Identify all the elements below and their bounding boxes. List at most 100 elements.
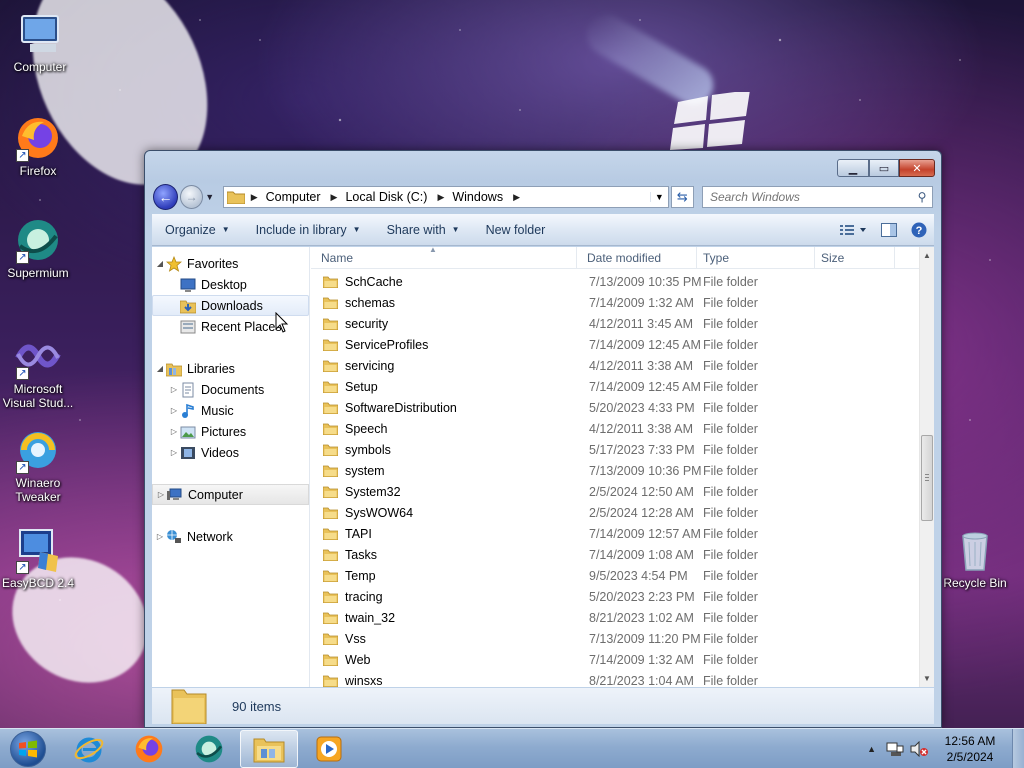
recent-pages-dropdown[interactable]: ▼ xyxy=(205,192,217,202)
collapsed-arrow-icon[interactable]: ▷ xyxy=(168,427,180,436)
nav-music[interactable]: ▷ Music xyxy=(152,400,309,421)
desktop-icon-winaero[interactable]: ↗ Winaero Tweaker xyxy=(0,426,76,504)
breadcrumb-local-disk[interactable]: Local Disk (C:) xyxy=(345,190,427,204)
vertical-scrollbar[interactable]: ▲ ▼ xyxy=(919,247,934,687)
column-header-size[interactable]: Size xyxy=(815,247,895,268)
file-date: 8/21/2023 1:04 AM xyxy=(589,673,694,688)
collapsed-arrow-icon[interactable]: ▷ xyxy=(168,385,180,394)
breadcrumb-windows[interactable]: Windows xyxy=(452,190,503,204)
search-icon[interactable]: ⚲ xyxy=(912,190,932,204)
organize-button[interactable]: Organize ▼ xyxy=(152,223,243,237)
collapsed-arrow-icon[interactable]: ▷ xyxy=(168,406,180,415)
table-row[interactable]: SchCache 7/13/2009 10:35 PM File folder xyxy=(311,271,919,292)
volume-muted-icon[interactable] xyxy=(910,740,928,757)
desktop-icon-computer[interactable]: Computer xyxy=(2,10,78,74)
desktop-icon-recycle-bin[interactable]: Recycle Bin xyxy=(937,526,1013,590)
internet-explorer-icon xyxy=(74,737,104,762)
nav-computer[interactable]: ▷ Computer xyxy=(152,484,309,505)
show-hidden-icons-button[interactable]: ▲ xyxy=(867,744,876,754)
nav-videos[interactable]: ▷ Videos xyxy=(152,442,309,463)
maximize-button[interactable]: ▭ xyxy=(869,159,899,177)
taskbar-supermium[interactable] xyxy=(180,730,238,768)
table-row[interactable]: Temp 9/5/2023 4:54 PM File folder xyxy=(311,565,919,586)
explorer-window[interactable]: ▁ ▭ ✕ ← → ▼ ▶ Computer ▶ Local Disk (C:)… xyxy=(144,150,942,728)
table-row[interactable]: SoftwareDistribution 5/20/2023 4:33 PM Fil… xyxy=(311,397,919,418)
table-row[interactable]: TAPI 7/14/2009 12:57 AM File folder xyxy=(311,523,919,544)
collapsed-arrow-icon[interactable]: ▷ xyxy=(168,448,180,457)
file-name: servicing xyxy=(345,358,395,373)
clock[interactable]: 12:56 AM 2/5/2024 xyxy=(934,733,1006,765)
table-row[interactable]: tracing 5/20/2023 2:23 PM File folder xyxy=(311,586,919,607)
desktop-icon-easybcd[interactable]: ↗ EasyBCD 2.4 xyxy=(0,526,76,590)
scroll-down-arrow-icon[interactable]: ▼ xyxy=(920,670,934,687)
search-box: ⚲ xyxy=(701,186,933,208)
expanded-arrow-icon[interactable]: ◢ xyxy=(154,259,166,268)
file-name: Tasks xyxy=(345,547,377,562)
desktop-icon-firefox[interactable]: ↗ Firefox xyxy=(0,114,76,178)
address-history-dropdown[interactable]: ▼ xyxy=(649,192,668,202)
network-status-icon[interactable] xyxy=(886,741,904,757)
table-row[interactable]: system 7/13/2009 10:36 PM File folder xyxy=(311,460,919,481)
back-button[interactable]: ← xyxy=(153,184,179,210)
change-view-button[interactable] xyxy=(834,219,874,241)
taskbar-media-player[interactable] xyxy=(300,730,358,768)
chevron-down-icon: ▼ xyxy=(221,225,230,234)
collapsed-arrow-icon[interactable]: ▷ xyxy=(154,532,166,541)
start-button[interactable] xyxy=(0,729,56,768)
new-folder-button[interactable]: New folder xyxy=(473,223,559,237)
nav-documents[interactable]: ▷ Documents xyxy=(152,379,309,400)
table-row[interactable]: Speech 4/12/2011 3:38 AM File folder xyxy=(311,418,919,439)
scroll-up-arrow-icon[interactable]: ▲ xyxy=(920,247,934,264)
table-row[interactable]: ServiceProfiles 7/14/2009 12:45 AM File fo… xyxy=(311,334,919,355)
table-row[interactable]: security 4/12/2011 3:45 AM File folder xyxy=(311,313,919,334)
breadcrumb-arrow-icon[interactable]: ▶ xyxy=(331,192,338,203)
table-row[interactable]: SysWOW64 2/5/2024 12:28 AM File folder xyxy=(311,502,919,523)
close-button[interactable]: ✕ xyxy=(899,159,935,177)
breadcrumb-computer[interactable]: Computer xyxy=(266,190,321,204)
table-row[interactable]: Vss 7/13/2009 11:20 PM File folder xyxy=(311,628,919,649)
nav-network[interactable]: ▷ Network xyxy=(152,526,309,547)
folder-icon xyxy=(323,507,338,519)
table-row[interactable]: twain_32 8/21/2023 1:02 AM File folder xyxy=(311,607,919,628)
table-row[interactable]: Setup 7/14/2009 12:45 AM File folder xyxy=(311,376,919,397)
refresh-button[interactable]: ⇆ xyxy=(670,186,694,208)
column-header-date[interactable]: Date modified xyxy=(577,247,697,268)
file-type: File folder xyxy=(703,610,758,625)
nav-desktop[interactable]: Desktop xyxy=(152,274,309,295)
search-input[interactable] xyxy=(709,190,912,204)
show-desktop-button[interactable] xyxy=(1012,728,1024,768)
folder-icon xyxy=(323,486,338,498)
column-header-name[interactable]: ▲ Name xyxy=(311,245,577,268)
breadcrumb-arrow-icon[interactable]: ▶ xyxy=(513,192,520,203)
collapsed-arrow-icon[interactable]: ▷ xyxy=(155,490,167,499)
desktop-icon-visual-studio[interactable]: ↗ Microsoft Visual Stud... xyxy=(0,332,76,410)
table-row[interactable]: servicing 4/12/2011 3:38 AM File folder xyxy=(311,355,919,376)
forward-button[interactable]: → xyxy=(180,185,204,209)
file-name: SoftwareDistribution xyxy=(345,400,457,415)
preview-pane-button[interactable] xyxy=(874,219,904,241)
nav-favorites[interactable]: ◢ Favorites xyxy=(152,253,309,274)
taskbar-firefox[interactable] xyxy=(120,730,178,768)
pictures-icon xyxy=(180,426,196,438)
table-row[interactable]: Tasks 7/14/2009 1:08 AM File folder xyxy=(311,544,919,565)
folder-icon xyxy=(323,675,338,687)
table-row[interactable]: System32 2/5/2024 12:50 AM File folder xyxy=(311,481,919,502)
supermium-icon: ↗ xyxy=(14,216,62,264)
expanded-arrow-icon[interactable]: ◢ xyxy=(154,364,166,373)
taskbar-internet-explorer[interactable] xyxy=(60,730,118,768)
table-row[interactable]: Web 7/14/2009 1:32 AM File folder xyxy=(311,649,919,670)
help-button[interactable]: ? xyxy=(904,219,934,241)
share-with-button[interactable]: Share with ▼ xyxy=(374,223,473,237)
address-bar[interactable]: ▶ Computer ▶ Local Disk (C:) ▶ Windows ▶… xyxy=(222,186,669,208)
nav-pictures[interactable]: ▷ Pictures xyxy=(152,421,309,442)
taskbar-windows-explorer[interactable] xyxy=(240,729,298,768)
breadcrumb-arrow-icon[interactable]: ▶ xyxy=(437,192,444,203)
nav-libraries[interactable]: ◢ Libraries xyxy=(152,358,309,379)
minimize-button[interactable]: ▁ xyxy=(837,159,869,177)
table-row[interactable]: symbols 5/17/2023 7:33 PM File folder xyxy=(311,439,919,460)
desktop-icon-supermium[interactable]: ↗ Supermium xyxy=(0,216,76,280)
table-row[interactable]: schemas 7/14/2009 1:32 AM File folder xyxy=(311,292,919,313)
column-header-type[interactable]: Type xyxy=(697,247,815,268)
scrollbar-thumb[interactable] xyxy=(921,435,933,521)
include-in-library-button[interactable]: Include in library ▼ xyxy=(243,223,374,237)
